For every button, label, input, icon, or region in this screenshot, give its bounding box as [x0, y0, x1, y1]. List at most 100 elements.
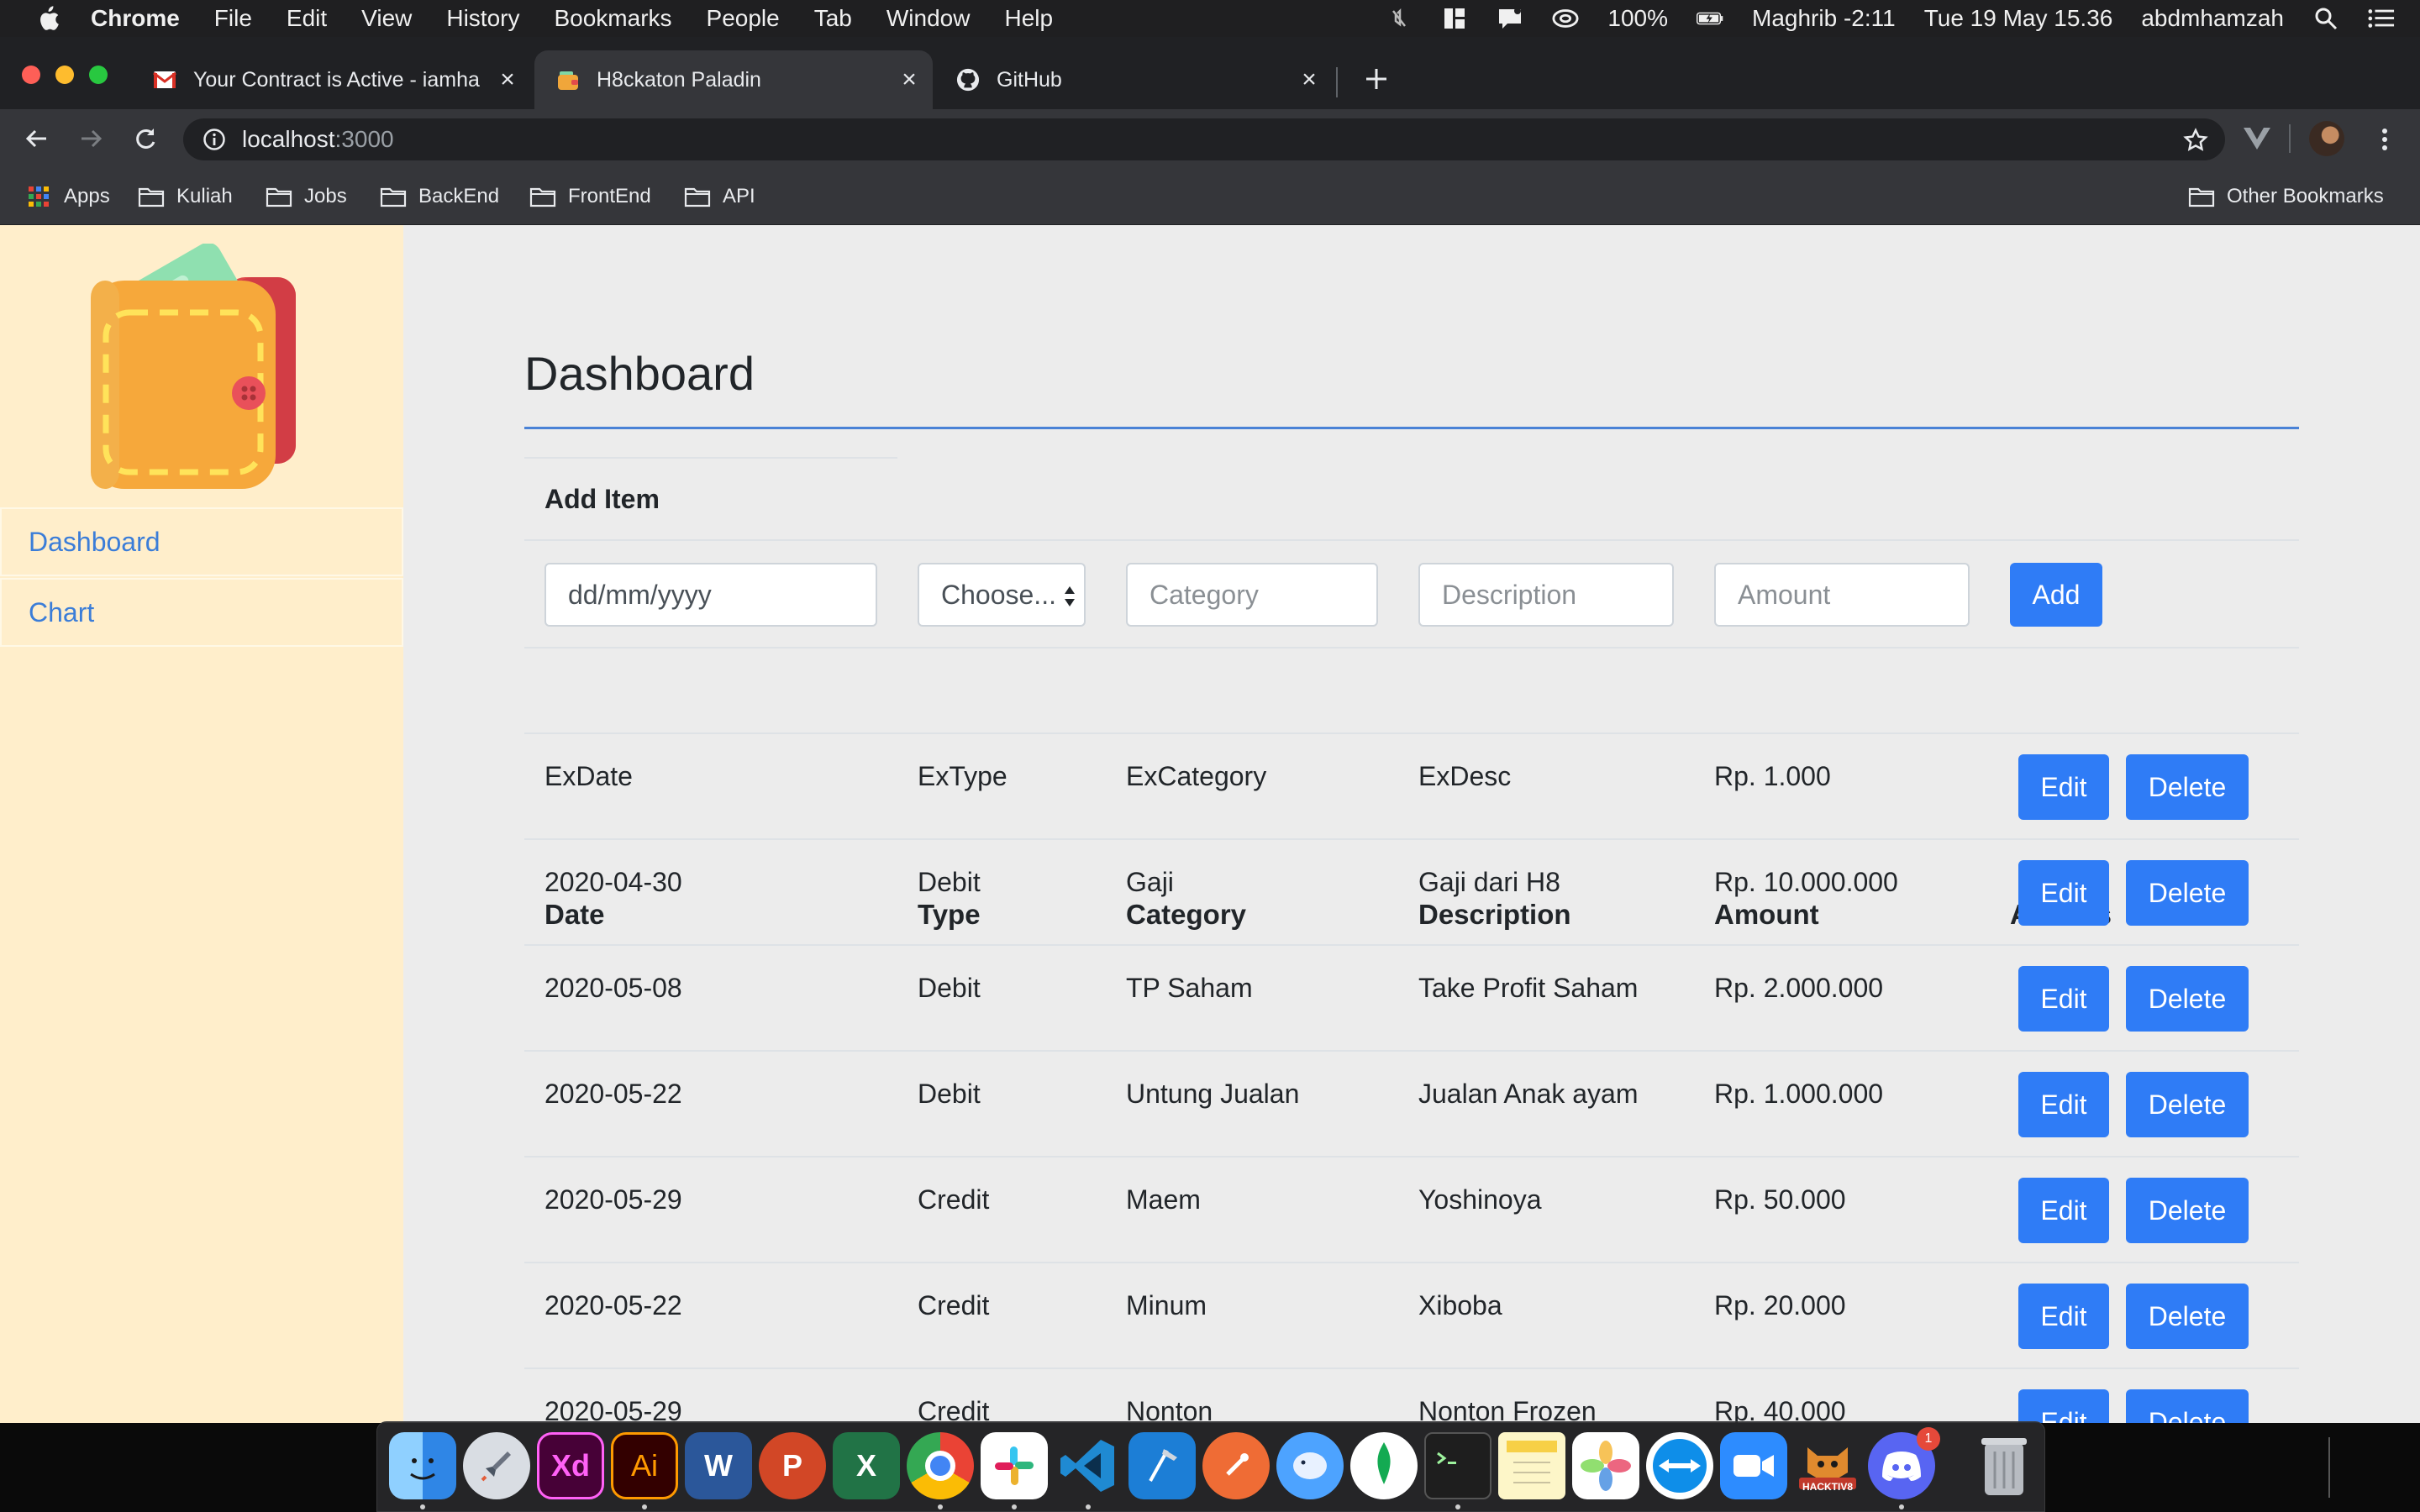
- bookmark-folder-frontend[interactable]: FrontEnd: [529, 181, 651, 212]
- edit-button[interactable]: Edit: [2018, 860, 2109, 926]
- creative-cloud-icon[interactable]: [1552, 6, 1579, 31]
- discord-icon[interactable]: 1: [1868, 1427, 1940, 1499]
- add-button[interactable]: Add: [2010, 563, 2102, 627]
- profile-avatar[interactable]: [2309, 121, 2344, 156]
- bookmark-star-icon[interactable]: [2181, 126, 2210, 155]
- menu-edit[interactable]: Edit: [287, 5, 327, 32]
- tab-close-icon[interactable]: ×: [496, 66, 519, 93]
- user-name[interactable]: abdmhamzah: [2141, 5, 2284, 32]
- edit-button[interactable]: Edit: [2018, 1284, 2109, 1349]
- notes-icon[interactable]: [1498, 1432, 1565, 1499]
- bookmark-folder-api[interactable]: API: [684, 181, 755, 212]
- delete-button[interactable]: Delete: [2126, 1072, 2249, 1137]
- menu-file[interactable]: File: [214, 5, 252, 32]
- terminal-icon[interactable]: [1424, 1432, 1491, 1499]
- hacktiv8-label: HACKTIV8: [1802, 1481, 1853, 1493]
- date-input[interactable]: dd/mm/yyyy: [544, 563, 877, 627]
- divider: [524, 647, 2299, 648]
- tab-github[interactable]: GitHub ×: [934, 50, 1333, 109]
- menu-view[interactable]: View: [361, 5, 412, 32]
- edit-button[interactable]: Edit: [2018, 966, 2109, 1032]
- tab-close-icon[interactable]: ×: [897, 66, 921, 93]
- sidebar-item-dashboard[interactable]: Dashboard: [0, 507, 403, 576]
- vscode-icon[interactable]: [1055, 1432, 1122, 1499]
- bookmark-label: BackEnd: [418, 185, 500, 207]
- trash-icon[interactable]: [1970, 1432, 2038, 1499]
- forward-icon[interactable]: [74, 121, 109, 156]
- reload-icon[interactable]: [128, 121, 163, 156]
- chrome-icon[interactable]: [907, 1432, 974, 1499]
- word-icon[interactable]: W: [685, 1432, 752, 1499]
- description-input[interactable]: Description: [1418, 563, 1674, 627]
- hacktiv8-icon[interactable]: HACKTIV8: [1794, 1432, 1861, 1499]
- spotlight-search-icon[interactable]: [2312, 6, 2339, 31]
- delete-button[interactable]: Delete: [2126, 1389, 2249, 1423]
- edit-button[interactable]: Edit: [2018, 754, 2109, 820]
- photos-icon[interactable]: [1572, 1432, 1639, 1499]
- column-header-description: Description: [1418, 899, 1571, 930]
- amount-input[interactable]: Amount: [1714, 563, 1970, 627]
- excel-icon[interactable]: X: [833, 1432, 900, 1499]
- powerpoint-icon[interactable]: P: [759, 1432, 826, 1499]
- prayer-time[interactable]: Maghrib -2:11: [1752, 5, 1896, 32]
- back-icon[interactable]: [18, 121, 54, 156]
- finder-icon[interactable]: [389, 1432, 456, 1499]
- type-select[interactable]: Choose...: [918, 563, 1086, 627]
- type-select-value: Choose...: [941, 579, 1056, 610]
- zoom-icon[interactable]: [1720, 1432, 1787, 1499]
- magnet-icon[interactable]: [1441, 6, 1468, 31]
- menu-window[interactable]: Window: [886, 5, 971, 32]
- new-tab-icon[interactable]: [1360, 62, 1393, 96]
- delete-button[interactable]: Delete: [2126, 966, 2249, 1032]
- sidebar-item-chart[interactable]: Chart: [0, 578, 403, 647]
- postman-icon[interactable]: [1202, 1432, 1270, 1499]
- menu-app-name[interactable]: Chrome: [91, 5, 180, 32]
- delete-button[interactable]: Delete: [2126, 1284, 2249, 1349]
- mongodb-compass-icon[interactable]: [1350, 1432, 1418, 1499]
- slack-icon[interactable]: [981, 1432, 1048, 1499]
- teamviewer-icon[interactable]: [1646, 1432, 1713, 1499]
- edit-button[interactable]: Edit: [2018, 1072, 2109, 1137]
- menu-tab[interactable]: Tab: [814, 5, 852, 32]
- window-minimize-button[interactable]: [55, 66, 74, 84]
- bookmark-folder-kuliah[interactable]: Kuliah: [138, 181, 233, 212]
- cell-category: Minum: [1126, 1290, 1207, 1320]
- category-input[interactable]: Category: [1126, 563, 1378, 627]
- menu-help[interactable]: Help: [1004, 5, 1053, 32]
- site-info-icon[interactable]: [202, 127, 227, 152]
- menu-history[interactable]: History: [446, 5, 519, 32]
- delete-button[interactable]: Delete: [2126, 1178, 2249, 1243]
- tableplus-icon[interactable]: [1276, 1432, 1344, 1499]
- menu-bookmarks[interactable]: Bookmarks: [554, 5, 671, 32]
- apple-menu-icon[interactable]: [34, 4, 62, 33]
- bookmark-folder-backend[interactable]: BackEnd: [380, 181, 499, 212]
- vue-devtools-extension-icon[interactable]: [2240, 123, 2274, 153]
- folder-icon: [2188, 186, 2215, 207]
- menu-people[interactable]: People: [707, 5, 780, 32]
- bookmark-folder-jobs[interactable]: Jobs: [266, 181, 347, 212]
- notification-icon[interactable]: [1497, 6, 1523, 31]
- cell-amount: Rp. 50.000: [1714, 1184, 1846, 1215]
- adobe-xd-icon[interactable]: Xd: [537, 1432, 604, 1499]
- delete-button[interactable]: Delete: [2126, 860, 2249, 926]
- bookmark-apps[interactable]: Apps: [25, 181, 110, 212]
- address-bar[interactable]: localhost :3000: [183, 118, 2225, 160]
- mute-icon[interactable]: [1386, 6, 1413, 31]
- edit-button[interactable]: Edit: [2018, 1389, 2109, 1423]
- notification-center-icon[interactable]: [2368, 6, 2395, 31]
- chrome-menu-icon[interactable]: [2368, 123, 2402, 156]
- delete-button[interactable]: Delete: [2126, 754, 2249, 820]
- xcode-icon[interactable]: [1128, 1432, 1196, 1499]
- divider: [524, 1156, 2299, 1158]
- clock[interactable]: Tue 19 May 15.36: [1924, 5, 2113, 32]
- window-zoom-button[interactable]: [89, 66, 108, 84]
- edit-button[interactable]: Edit: [2018, 1178, 2109, 1243]
- tab-h8ckaton[interactable]: H8ckaton Paladin ×: [534, 50, 933, 109]
- battery-icon[interactable]: [1697, 6, 1723, 31]
- window-close-button[interactable]: [22, 66, 40, 84]
- illustrator-icon[interactable]: Ai: [611, 1432, 678, 1499]
- tab-gmail[interactable]: Your Contract is Active - iamha ×: [131, 50, 531, 109]
- tab-close-icon[interactable]: ×: [1297, 66, 1321, 93]
- launchpad-icon[interactable]: [463, 1432, 530, 1499]
- bookmark-folder-other[interactable]: Other Bookmarks: [2188, 181, 2384, 212]
